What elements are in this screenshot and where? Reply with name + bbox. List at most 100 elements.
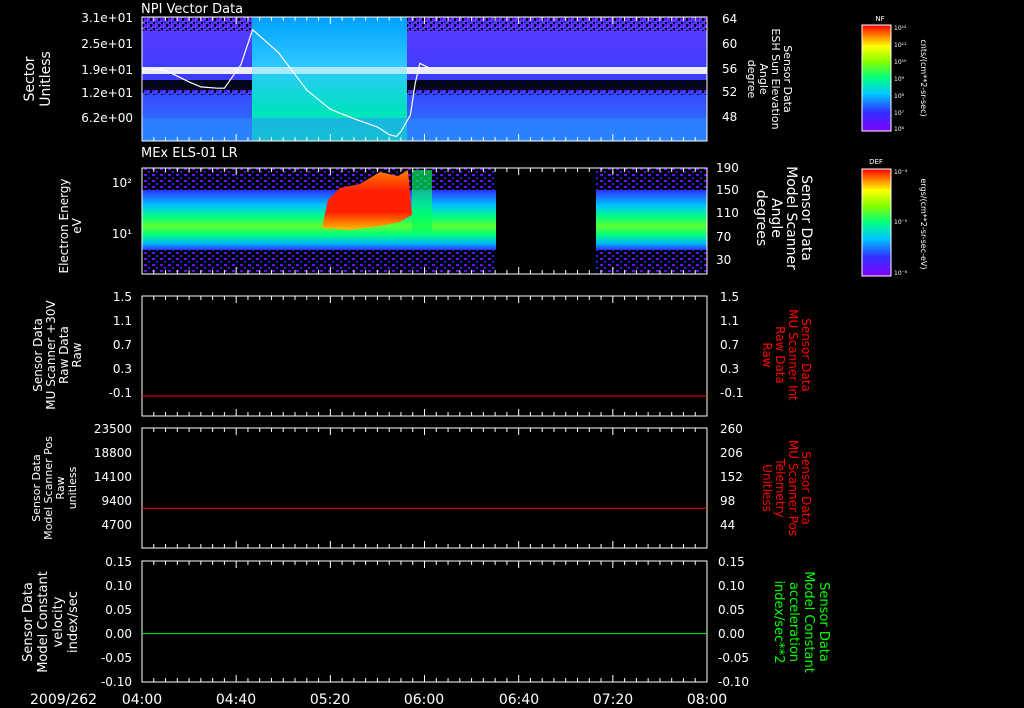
y-tick-label: 3.1e+01: [81, 11, 133, 25]
svg-text:Sensor Data: Sensor Data: [799, 451, 813, 525]
right-tick-label: 110: [716, 206, 739, 220]
right-tick-label: 0.05: [718, 603, 745, 617]
colorbar-tick: 10⁻⁴: [894, 169, 908, 176]
svg-text:Sensor Data: Sensor Data: [21, 582, 36, 662]
x-tick-label: 06:40: [499, 692, 539, 708]
svg-text:Sensor Data: Sensor Data: [31, 318, 45, 392]
right-tick-label: 52: [722, 85, 737, 99]
panel-title: MEx ELS-01 LR: [141, 146, 238, 161]
spectrogram-bright-band: [142, 67, 707, 74]
svg-text:Model Constant: Model Constant: [36, 571, 51, 673]
y-tick-label: 0.15: [105, 555, 132, 569]
svg-text:Unitless: Unitless: [38, 51, 54, 107]
right-tick-label: 260: [720, 422, 743, 436]
svg-text:Telemetry: Telemetry: [773, 457, 787, 517]
y-tick-label: 1.2e+01: [81, 86, 133, 100]
right-tick-label: 0.10: [718, 579, 745, 593]
colorbar-units: ergs/(cm**2-sr-sec-eV): [919, 178, 928, 269]
x-tick-label: 07:20: [593, 692, 633, 708]
y-tick-label: -0.1: [109, 386, 132, 400]
y-tick-label: 6.2e+00: [81, 111, 133, 125]
svg-text:Raw: Raw: [70, 342, 84, 367]
svg-text:degrees: degrees: [753, 190, 769, 246]
colorbar-tick: 10¹¹: [894, 42, 907, 49]
right-axis-title: Sensor Data MU Scanner Pos Telemetry Uni…: [760, 440, 813, 536]
panel-mu-scanner-30v: 1.5 1.1 0.7 0.3 -0.1 1.5 1.1 0.7 0.3 -0.…: [31, 290, 813, 417]
right-axis-title: Sensor Data Model Scanner Angle degrees: [753, 166, 814, 270]
colorbar-def: DEF 10⁻⁴ 10⁻⁵ 10⁻⁶ ergs/(cm**2-sr-sec-eV…: [861, 158, 928, 277]
colorbar-tick: 10⁷: [894, 110, 905, 117]
svg-text:Sensor Data: Sensor Data: [798, 175, 814, 261]
colorbar-units: cnts/(cm**2-sr-sec): [919, 39, 928, 116]
svg-text:velocity: velocity: [51, 596, 66, 647]
right-tick-label: -0.05: [718, 651, 749, 665]
right-axis-title: Sensor Data ESH Sun Elevation Angle degr…: [745, 28, 794, 129]
y-tick-label: -0.05: [101, 651, 132, 665]
colorbar-tick: 10⁻⁵: [894, 219, 908, 226]
svg-text:Angle: Angle: [768, 198, 784, 238]
colorbar-gradient: [861, 24, 892, 132]
els-spectrogram: [142, 168, 707, 274]
svg-text:Model Scanner: Model Scanner: [783, 166, 799, 270]
svg-text:Raw: Raw: [760, 342, 774, 367]
y-axis-title: Sensor Data Model Constant velocity inde…: [21, 571, 81, 673]
y-tick-label: 4700: [101, 518, 132, 532]
right-tick-label: 152: [720, 470, 743, 484]
data-gap: [496, 168, 596, 274]
right-tick-label: 190: [716, 161, 739, 175]
y-tick-label: 2.5e+01: [81, 37, 133, 51]
panel-npi: NPI Vector Data 3.1e+01 2.5e+01 1.9e+01 …: [22, 2, 794, 142]
colorbar-tick: 10⁶: [894, 126, 905, 133]
right-tick-label: 150: [716, 183, 739, 197]
colorbar-gradient: [861, 168, 892, 277]
right-axis-title: Sensor Data Model Constant acceleration …: [771, 571, 831, 673]
y-tick-label: 1.1: [113, 314, 132, 328]
svg-text:index/sec: index/sec: [66, 591, 81, 653]
npi-spectrogram: [142, 17, 707, 141]
y-tick-label: 0.3: [113, 362, 132, 376]
y-tick-label: 9400: [101, 494, 132, 508]
y-axis-title: Sensor Data Model Scanner Pos Raw unitle…: [30, 436, 79, 540]
panel-scanner-pos: 23500 18800 14100 9400 4700 260 206 152 …: [30, 422, 813, 549]
svg-text:eV: eV: [70, 217, 84, 233]
svg-text:Unitless: Unitless: [760, 464, 774, 512]
y-tick-label: 1.9e+01: [81, 63, 133, 77]
spectrogram-band: [596, 190, 707, 250]
right-tick-label: 0.15: [718, 555, 745, 569]
colorbar-tick: 10⁹: [894, 76, 905, 83]
right-tick-label: -0.10: [718, 675, 749, 689]
y-tick-label: 0.10: [105, 579, 132, 593]
y-tick-label: 0.05: [105, 603, 132, 617]
svg-text:MU Scanner Pos: MU Scanner Pos: [786, 440, 800, 536]
panel-frame: [141, 295, 708, 417]
right-tick-label: 44: [720, 518, 735, 532]
spectrogram-band: [142, 190, 496, 250]
svg-text:degree: degree: [745, 60, 758, 99]
svg-text:Raw Data: Raw Data: [773, 326, 787, 384]
x-tick-label: 06:00: [404, 692, 444, 708]
svg-text:MU Scanner Int: MU Scanner Int: [786, 309, 800, 401]
svg-text:Sector: Sector: [22, 56, 38, 101]
colorbar-label: NF: [875, 15, 884, 23]
y-tick-label: 23500: [94, 422, 132, 436]
right-tick-label: 60: [722, 37, 737, 51]
right-tick-label: 0.7: [720, 338, 739, 352]
colorbar-label: DEF: [869, 158, 883, 166]
plot-window: NPI Vector Data 3.1e+01 2.5e+01 1.9e+01 …: [0, 0, 1024, 708]
right-axis-title: Sensor Data MU Scanner Int Raw Data Raw: [760, 309, 813, 401]
panel-frame: [141, 427, 708, 549]
right-tick-label: 30: [716, 253, 731, 267]
right-tick-label: 98: [720, 494, 735, 508]
colorbar-tick: 10⁸: [894, 93, 905, 100]
svg-text:Raw Data: Raw Data: [57, 326, 71, 384]
colorbar-tick: 10⁻⁶: [894, 270, 908, 277]
panel-model-constant: 0.15 0.10 0.05 0.00 -0.05 -0.10 0.15 0.1…: [21, 555, 831, 689]
svg-text:Sensor Data: Sensor Data: [799, 318, 813, 392]
svg-text:acceleration: acceleration: [786, 582, 801, 662]
stacked-plots: NPI Vector Data 3.1e+01 2.5e+01 1.9e+01 …: [21, 2, 928, 708]
y-tick-label: -0.10: [101, 675, 132, 689]
svg-text:Model Constant: Model Constant: [801, 571, 816, 673]
right-tick-label: 1.1: [720, 314, 739, 328]
y-axis-title: Sector Unitless: [22, 51, 54, 107]
right-tick-label: 206: [720, 446, 743, 460]
